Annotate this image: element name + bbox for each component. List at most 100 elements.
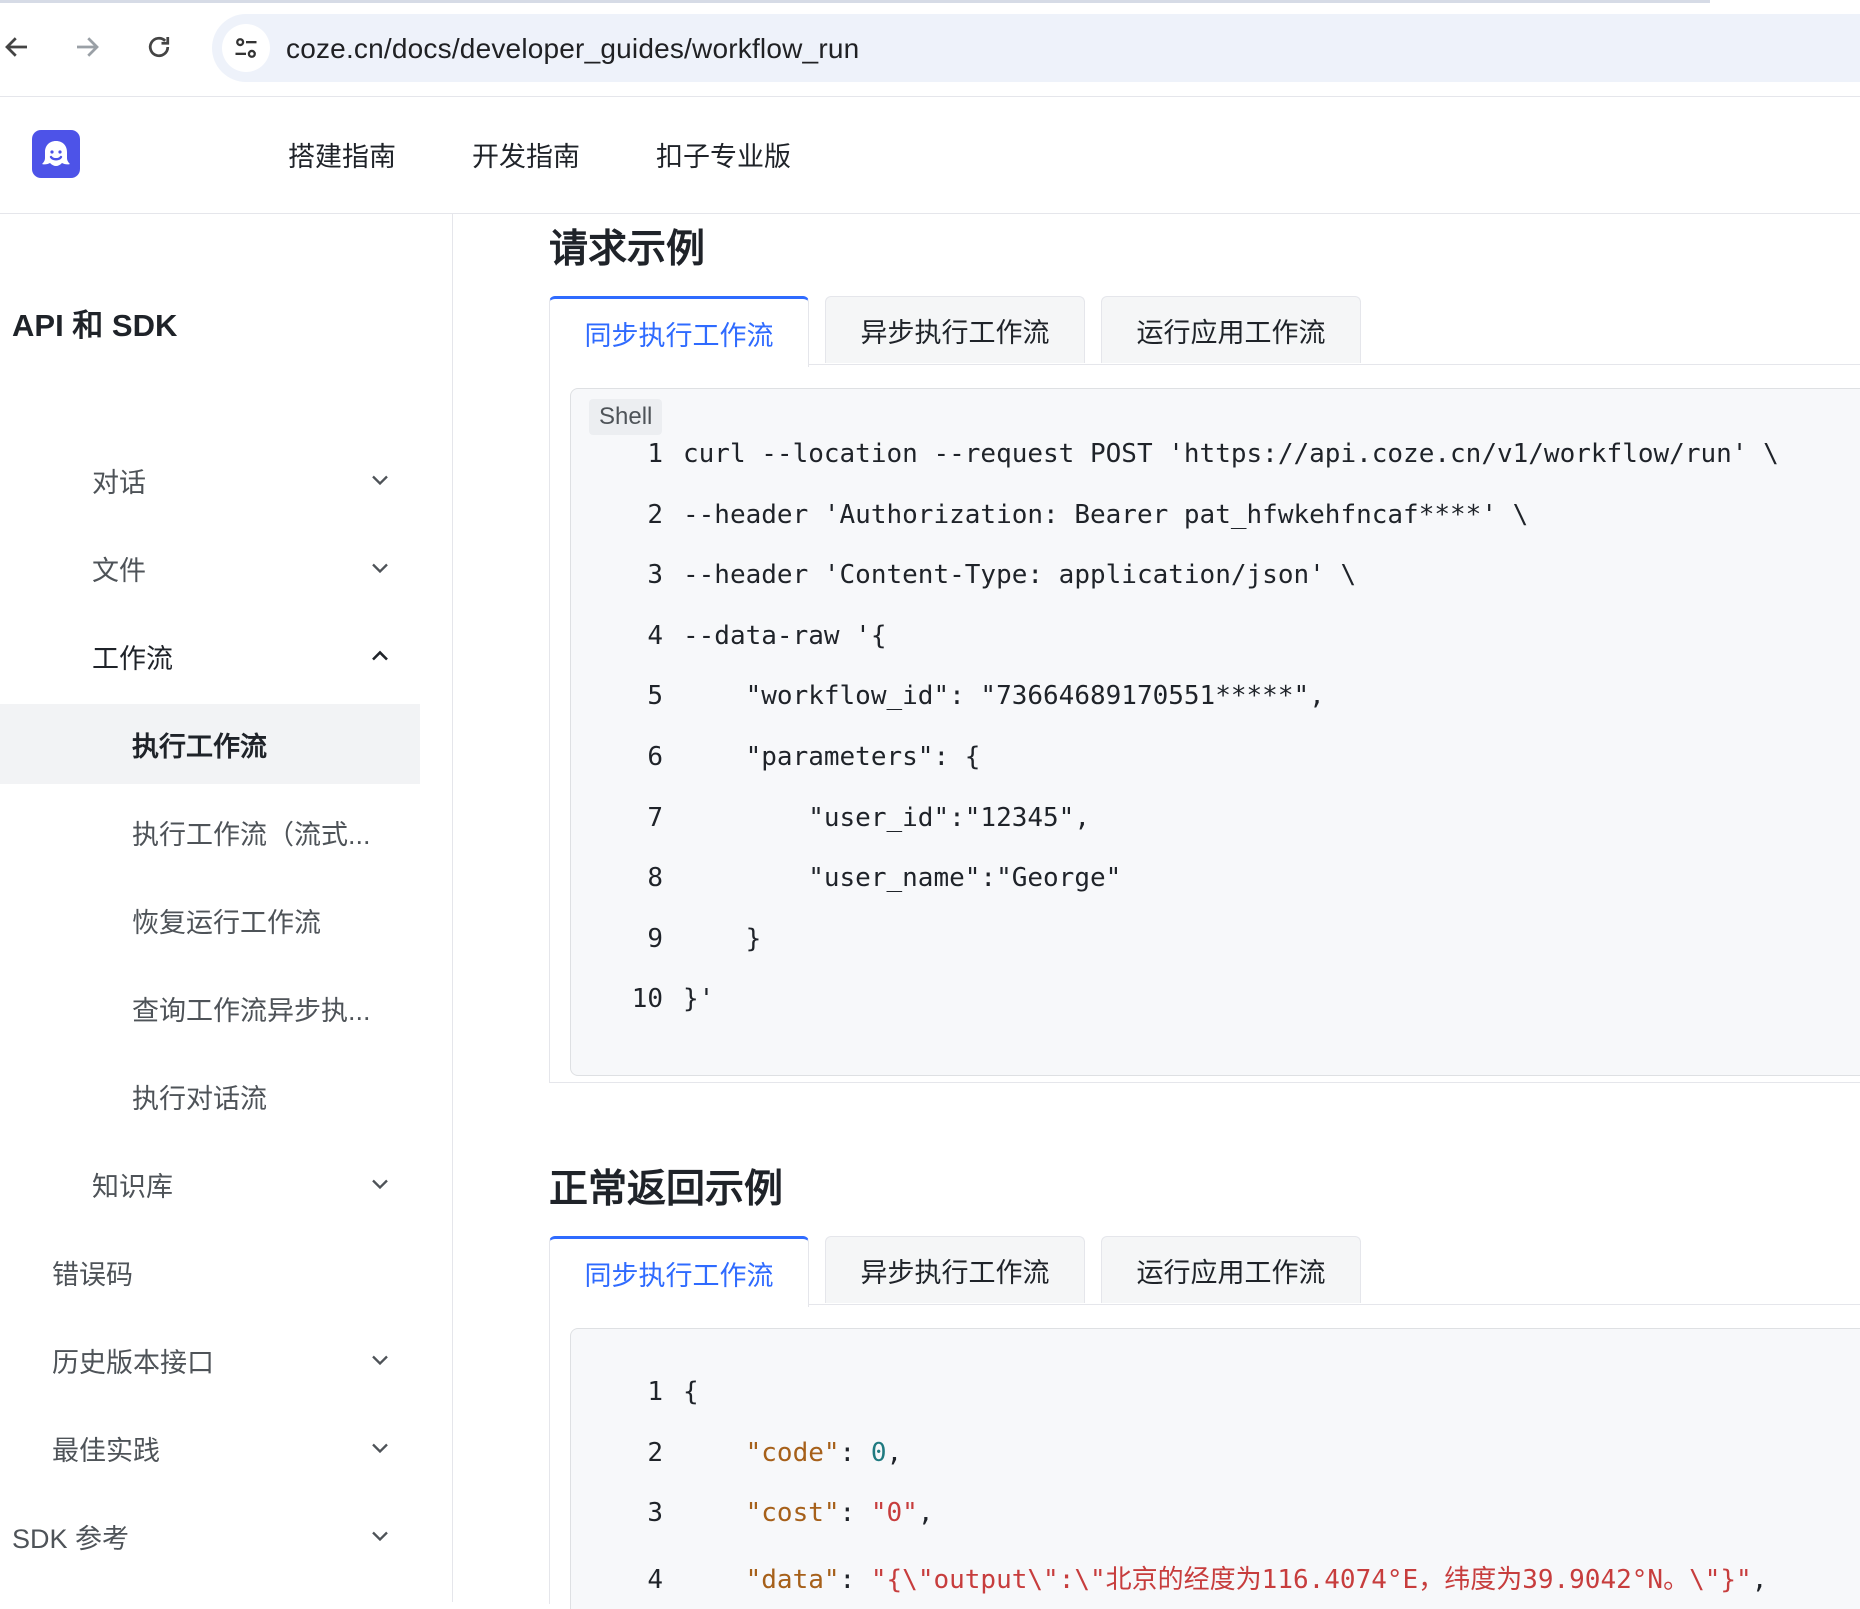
code-text: "workflow_id": "73664689170551*****", <box>683 681 1325 712</box>
forward-button[interactable] <box>64 24 110 70</box>
chevron-down-icon <box>372 563 388 574</box>
code-line: 1 curl --location --request POST 'https:/… <box>571 439 1779 479</box>
line-number: 3 <box>647 560 663 591</box>
line-number: 7 <box>647 802 663 833</box>
sidebar-item-knowledge[interactable]: 知识库 <box>0 1144 420 1224</box>
code-line: 3 --header 'Content-Type: application/jso… <box>571 560 1356 600</box>
chevron-up-icon <box>372 650 388 661</box>
tab-async-run[interactable]: 异步执行工作流 <box>825 1236 1085 1303</box>
sidebar-item-label: 恢复运行工作流 <box>132 907 321 938</box>
site-header: 搭建指南 开发指南 扣子专业版 <box>0 97 1860 214</box>
line-number: 8 <box>647 863 663 894</box>
response-code-block[interactable]: 1{2 "code": 0, 3 "cost": "0", 4 "data": "{… <box>570 1328 1860 1609</box>
site-info-icon[interactable] <box>222 24 270 72</box>
sidebar-item-label: SDK 参考 <box>12 1523 130 1554</box>
line-number: 6 <box>647 742 663 772</box>
line-number: 2 <box>647 1437 663 1468</box>
main-content: 请求示例 同步执行工作流 异步执行工作流 运行应用工作流 Shell 1 curl… <box>453 214 1860 1609</box>
tab-async-run[interactable]: 异步执行工作流 <box>825 296 1085 363</box>
nav-coze-pro[interactable]: 扣子专业版 <box>656 135 791 174</box>
sidebar-item-run-chatflow[interactable]: 执行对话流 <box>0 1056 420 1136</box>
sidebar-item-query-async[interactable]: 查询工作流异步执... <box>0 968 420 1048</box>
code-text: --header 'Content-Type: application/json… <box>683 560 1357 591</box>
sidebar-item-error-codes[interactable]: 错误码 <box>0 1232 420 1312</box>
chevron-down-icon <box>372 475 388 486</box>
code-line: 4 --data-raw '{ <box>571 620 887 661</box>
coze-logo[interactable] <box>32 130 80 178</box>
code-text: --data-raw '{ <box>683 620 887 651</box>
code-text: "parameters": { <box>683 742 981 772</box>
code-line: 5 "workflow_id": "73664689170551*****", <box>571 681 1325 721</box>
line-number: 2 <box>647 499 663 530</box>
line-number: 3 <box>647 1498 663 1529</box>
line-number: 1 <box>647 1377 663 1407</box>
code-text: --header 'Authorization: Bearer pat_hfwk… <box>683 499 1529 530</box>
sidebar-item-sdk-reference[interactable]: SDK 参考 <box>0 1496 420 1576</box>
reload-button[interactable] <box>136 24 182 70</box>
chevron-down-icon <box>372 1355 388 1366</box>
code-text: { <box>663 1377 699 1407</box>
response-tabs: 同步执行工作流 异步执行工作流 运行应用工作流 <box>549 1236 1860 1307</box>
sidebar-item-run-workflow-stream[interactable]: 执行工作流（流式... <box>0 792 420 872</box>
tab-app-workflow[interactable]: 运行应用工作流 <box>1101 296 1361 363</box>
sidebar-item-legacy-api[interactable]: 历史版本接口 <box>0 1320 420 1400</box>
sidebar-item-label: 文件 <box>92 555 146 586</box>
back-button[interactable] <box>0 24 40 70</box>
sidebar-item-label: 工作流 <box>92 643 173 674</box>
code-text: "data": "{\"output\":\"北京的经度为116.4074°E，… <box>745 1564 1768 1595</box>
sidebar-item-label: 错误码 <box>52 1259 133 1290</box>
page-load-indicator <box>0 0 1710 3</box>
code-line: 10}' <box>571 984 715 1024</box>
json-value: 0 <box>870 1437 887 1468</box>
sidebar-item-file[interactable]: 文件 <box>0 528 420 608</box>
request-code-block[interactable]: Shell 1 curl --location --request POST 'h… <box>570 388 1860 1076</box>
sidebar-item-label: 执行对话流 <box>132 1083 267 1114</box>
url-text[interactable]: coze.cn/docs/developer_guides/workflow_r… <box>286 33 859 65</box>
sidebar-item-label: 对话 <box>92 467 146 498</box>
code-line: 1{ <box>571 1377 699 1417</box>
json-value: "{\"output\":\"北京的经度为116.4074°E，纬度为39.90… <box>870 1564 1752 1595</box>
nav-build-guide[interactable]: 搭建指南 <box>288 135 396 174</box>
code-language-label: Shell <box>589 399 663 435</box>
arrow-left-icon <box>5 37 27 57</box>
sidebar-item-label: 执行工作流（流式... <box>132 819 371 850</box>
chevron-down-icon <box>372 1531 388 1542</box>
chevron-down-icon <box>372 1179 388 1190</box>
code-line: 2 "code": 0, <box>571 1438 902 1478</box>
sidebar-item-run-workflow[interactable]: 执行工作流 <box>0 704 420 784</box>
address-bar[interactable]: coze.cn/docs/developer_guides/workflow_r… <box>212 14 1860 82</box>
code-line: 9 } <box>571 924 761 964</box>
code-text: "user_id":"12345", <box>683 802 1090 833</box>
json-key: "code" <box>745 1437 840 1468</box>
code-text: "code": 0, <box>745 1437 903 1468</box>
request-tabs: 同步执行工作流 异步执行工作流 运行应用工作流 <box>549 296 1860 367</box>
code-line: 4 "data": "{\"output\":\"北京的经度为116.4074°… <box>571 1559 1767 1599</box>
coze-logo-icon <box>42 141 70 166</box>
sidebar-item-label: 执行工作流 <box>132 731 267 762</box>
chevron-down-icon <box>372 1443 388 1454</box>
json-value: "0" <box>870 1498 918 1529</box>
code-text: } <box>683 923 762 954</box>
tab-sync-run[interactable]: 同步执行工作流 <box>549 296 809 367</box>
sidebar-item-chat[interactable]: 对话 <box>0 440 420 520</box>
code-line: 2 --header 'Authorization: Bearer pat_hfw… <box>571 500 1528 540</box>
browser-toolbar: coze.cn/docs/developer_guides/workflow_r… <box>0 0 1860 97</box>
sidebar-item-workflow[interactable]: 工作流 <box>0 616 420 696</box>
sidebar-item-best-practices[interactable]: 最佳实践 <box>0 1408 420 1488</box>
nav-dev-guide[interactable]: 开发指南 <box>472 135 580 174</box>
code-text: curl --location --request POST 'https://… <box>683 439 1779 469</box>
json-value: { <box>683 1377 699 1407</box>
json-key: "data" <box>745 1564 840 1595</box>
line-number: 4 <box>647 620 663 651</box>
tab-app-workflow[interactable]: 运行应用工作流 <box>1101 1236 1361 1303</box>
json-key: "cost" <box>745 1498 840 1529</box>
tab-sync-run[interactable]: 同步执行工作流 <box>549 1236 809 1307</box>
request-example-heading: 请求示例 <box>549 228 706 271</box>
sidebar-item-label: 最佳实践 <box>52 1435 160 1466</box>
code-text: "user_name":"George" <box>683 863 1122 894</box>
line-number: 4 <box>647 1564 663 1595</box>
reload-icon <box>148 36 170 58</box>
sidebar-item-resume-workflow[interactable]: 恢复运行工作流 <box>0 880 420 960</box>
sidebar: API 和 SDK 对话 文件 工作流 执行工作流 执行工作流（流式... 恢复… <box>0 214 453 1602</box>
response-example-heading: 正常返回示例 <box>549 1168 784 1211</box>
